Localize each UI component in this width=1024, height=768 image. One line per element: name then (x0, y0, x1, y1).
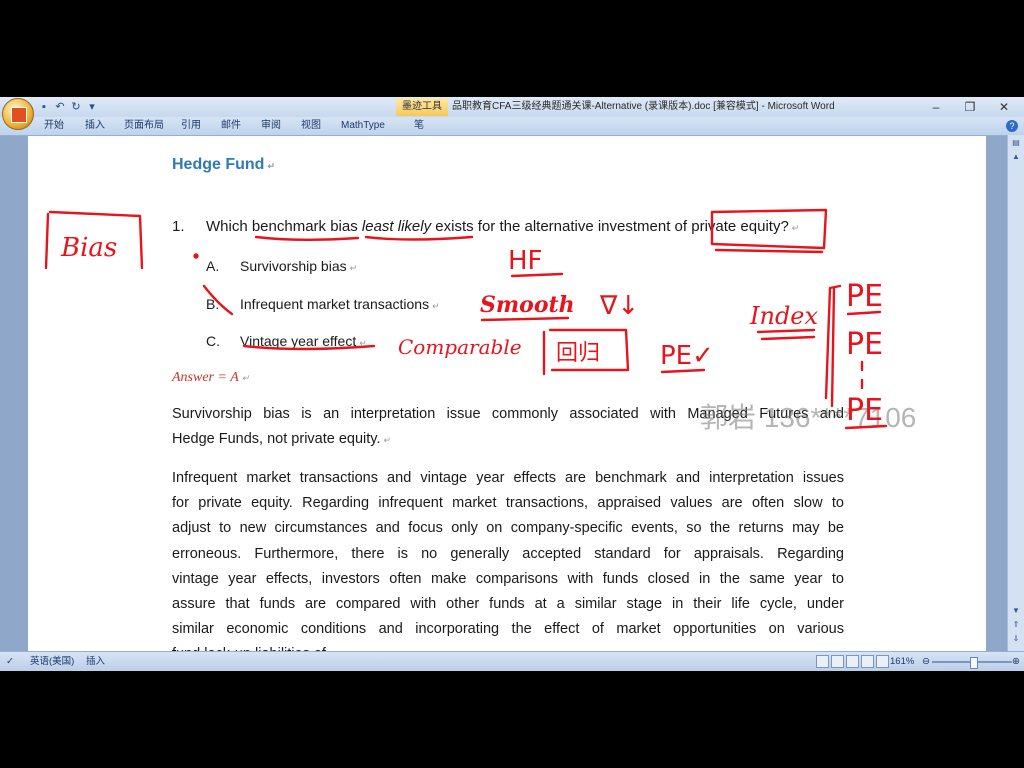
ruler-toggle-icon[interactable]: ▤ (1010, 137, 1022, 149)
quick-access-toolbar: ▪ ↶ ↻ ▾ (38, 99, 98, 115)
scroll-up-icon[interactable]: ▲ (1010, 151, 1022, 163)
ink-dot (193, 253, 199, 259)
tab-view[interactable]: 视图 (301, 117, 321, 135)
watermark: 郭岩 136****7106 (700, 402, 917, 433)
underline-least-likely (364, 235, 474, 241)
ink-pe-check: PE✓ (660, 341, 714, 371)
tab-home[interactable]: 开始 (44, 117, 64, 135)
help-icon[interactable]: ? (1006, 120, 1018, 132)
pe-bracket (824, 284, 842, 408)
index-underline (756, 328, 816, 341)
option-b-text: Infrequent market transactions ↵ (240, 296, 440, 312)
bias-annotation: Bias (44, 210, 144, 270)
minimize-button[interactable]: – (920, 97, 952, 117)
ink-smooth: Smooth (480, 292, 575, 318)
question-text: Which benchmark bias least likely exists… (206, 218, 800, 235)
answer-line: Answer = A ↵ (172, 370, 250, 385)
tab-pen[interactable]: 笔 (414, 117, 424, 135)
smooth-underline (480, 316, 570, 322)
window-title: 品职教育CFA三级经典题通关课-Alternative (录课版本).doc [… (452, 101, 835, 112)
explanation-paragraph-2: Infrequent market transactions and vinta… (172, 466, 844, 651)
zoom-level[interactable]: 161% (890, 652, 914, 671)
scroll-down-icon[interactable]: ▼ (1010, 605, 1022, 617)
view-buttons (816, 655, 889, 668)
redo-icon[interactable]: ↻ (70, 101, 82, 113)
pe-1-underline (846, 310, 882, 316)
word-window: ▪ ↶ ↻ ▾ 墨迹工具 品职教育CFA三级经典题通关课-Alternative… (0, 97, 1024, 671)
ink-bias-label: Bias (60, 233, 117, 263)
web-layout-view-button[interactable] (846, 655, 859, 668)
print-layout-view-button[interactable] (816, 655, 829, 668)
draft-view-button[interactable] (876, 655, 889, 668)
tab-insert[interactable]: 插入 (85, 117, 105, 135)
paragraph-line: erroneous. Furthermore, there is no gene… (172, 545, 844, 562)
ink-box-chars: 回归 (556, 341, 600, 366)
full-screen-reading-view-button[interactable] (831, 655, 844, 668)
zoom-out-icon[interactable]: ⊖ (922, 652, 930, 671)
spellcheck-icon[interactable]: ✓ (6, 652, 14, 671)
ink-pe-2: PE (846, 327, 883, 362)
option-b-letter: B. (206, 296, 220, 312)
tab-references[interactable]: 引用 (181, 117, 201, 135)
zoom-slider-thumb[interactable] (970, 657, 978, 669)
tab-mailings[interactable]: 邮件 (221, 117, 241, 135)
paragraph-line: vintage year effects, investors often ma… (172, 570, 844, 587)
underline-benchmark (254, 235, 360, 241)
next-page-icon[interactable]: ⇓ (1010, 633, 1022, 645)
title-bar: ▪ ↶ ↻ ▾ 墨迹工具 品职教育CFA三级经典题通关课-Alternative… (0, 97, 1024, 117)
paragraph-line: for private equity. Regarding infrequent… (172, 495, 844, 512)
restore-button[interactable]: ❐ (954, 97, 986, 117)
ink-comparable: Comparable (398, 335, 522, 359)
question-number: 1. (172, 218, 185, 235)
heading: Hedge Fund ↵ (172, 156, 275, 173)
status-bar: ✓ 英语(美国) 插入 161% ⊖ ⊕ (0, 651, 1024, 671)
tab-page-layout[interactable]: 页面布局 (124, 117, 164, 135)
tab-review[interactable]: 审阅 (261, 117, 281, 135)
vertical-scrollbar[interactable]: ▤ ▲ ▼ ⇑ ⇓ (1007, 135, 1024, 651)
customize-dropdown-icon[interactable]: ▾ (86, 101, 98, 113)
outline-view-button[interactable] (861, 655, 874, 668)
paragraph-line: adjust to new circumstances and focus on… (172, 520, 844, 537)
insert-mode-indicator[interactable]: 插入 (86, 652, 105, 671)
option-c-text: Vintage year effect ↵ (240, 333, 367, 349)
box-chars-frame (542, 328, 630, 376)
hf-underline (510, 272, 564, 278)
tab-mathtype[interactable]: MathType (341, 117, 385, 135)
paragraph-line: Infrequent market transactions and vinta… (172, 470, 844, 486)
paragraph-line: assure that funds are compared with othe… (172, 596, 844, 613)
ink-index: Index (749, 302, 819, 330)
pe-check-underline (660, 368, 706, 374)
office-logo-icon (11, 107, 27, 123)
close-button[interactable]: ✕ (988, 97, 1020, 117)
option-a-text: Survivorship bias ↵ (240, 258, 358, 274)
option-c-letter: C. (206, 333, 220, 349)
option-a-letter: A. (206, 258, 220, 274)
language-indicator[interactable]: 英语(美国) (30, 652, 74, 671)
undo-icon[interactable]: ↶ (54, 101, 66, 113)
ink-tools-context-tab[interactable]: 墨迹工具 (396, 98, 448, 116)
ink-hf: HF (508, 246, 543, 276)
office-button[interactable] (2, 98, 34, 130)
document-area: Hedge Fund ↵ 1. Which benchmark bias leas… (0, 136, 1007, 651)
ink-down-arrow: ∇↓ (599, 291, 639, 321)
save-icon[interactable]: ▪ (38, 101, 50, 113)
previous-page-icon[interactable]: ⇑ (1010, 619, 1022, 631)
ink-pe-1: PE (846, 279, 883, 314)
ribbon-tabs: 开始 插入 页面布局 引用 邮件 审阅 视图 MathType 笔 ? (0, 117, 1024, 136)
paragraph-line: similar economic conditions and incorpor… (172, 621, 844, 638)
zoom-slider[interactable] (932, 657, 1012, 669)
document-page[interactable]: Hedge Fund ↵ 1. Which benchmark bias leas… (28, 136, 986, 651)
zoom-in-icon[interactable]: ⊕ (1012, 652, 1020, 671)
paragraph-line: fund lock-up liabilities of (172, 642, 844, 651)
